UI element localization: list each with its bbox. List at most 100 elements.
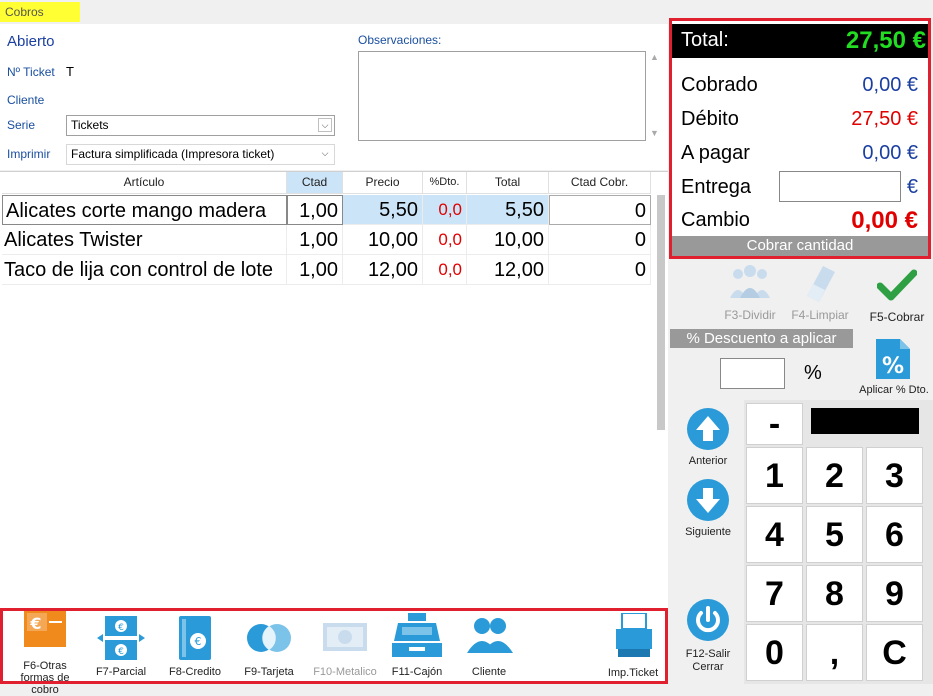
numpad-display [811,408,919,434]
scroll-up-icon[interactable]: ▲ [650,52,659,62]
total-value: 27,50 € [845,27,926,54]
limpiar-button[interactable]: F4-Limpiar [787,262,853,322]
scroll-down-icon[interactable]: ▼ [650,128,659,138]
cambio-row: Cambio 0,00 € [672,204,928,238]
table-row-ctad-cobr[interactable]: 0 [549,225,651,255]
credit-book-icon: € [179,616,211,660]
salir-label-1: F12-Salir [685,648,731,660]
otras-formas-button[interactable]: € F6-Otras formas de cobro [7,611,83,696]
column-header-articulo[interactable]: Artículo [2,172,287,194]
chevron-down-icon[interactable]: ⌵ [318,118,332,132]
table-row-total[interactable]: 12,00 [467,255,549,285]
table-row-dto[interactable]: 0,0 [423,225,467,255]
cobrar-button[interactable]: F5-Cobrar [863,262,931,324]
salir-label-2: Cerrar [692,661,724,673]
cambio-value: 0,00 € [851,207,918,234]
imprimir-label: Imprimir [7,147,51,161]
column-header-ctad[interactable]: Ctad [287,172,343,194]
debito-label: Débito [681,108,739,130]
numpad-key-4[interactable]: 4 [746,506,803,563]
numpad-key-clear[interactable]: C [866,624,923,681]
window-tab[interactable]: Cobros [0,2,80,22]
numpad-key-comma[interactable]: , [806,624,863,681]
table-row-precio[interactable]: 10,00 [343,225,423,255]
imprimir-select[interactable]: Factura simplificada (Impresora ticket) … [66,144,335,165]
numpad-key-0[interactable]: 0 [746,624,803,681]
customers-icon [467,618,513,653]
dividir-button[interactable]: F3-Dividir [718,262,782,322]
numpad-key-3[interactable]: 3 [866,447,923,504]
column-header-precio[interactable]: Precio [343,172,423,194]
table-row-articulo[interactable]: Taco de lija con control de lote [2,255,287,285]
salir-button[interactable]: F12-Salir Cerrar [676,597,740,677]
cash-drawer-icon [392,613,442,657]
parcial-button[interactable]: € € F7-Parcial [89,611,153,681]
cobrado-value: 0,00 € [862,74,918,96]
cajon-label: F11-Cajón [391,666,443,678]
metalico-button[interactable]: F10-Metalico [309,611,381,681]
arrow-down-icon [687,479,729,521]
aplicar-dto-button[interactable]: % Aplicar % Dto. [858,333,930,399]
serie-select[interactable]: Tickets ⌵ [66,115,335,136]
apagar-row: A pagar 0,00 € [672,137,928,171]
numpad-key-1[interactable]: 1 [746,447,803,504]
cash-icon [323,623,367,651]
imprimir-select-value: Factura simplificada (Impresora ticket) [71,147,275,161]
svg-text:€: € [118,623,124,633]
apagar-label: A pagar [681,142,750,164]
aplicar-dto-label: Aplicar % Dto. [859,384,929,396]
table-row-ctad-cobr[interactable]: 0 [549,195,651,225]
cliente-button[interactable]: Cliente [457,611,521,681]
numpad-key-8[interactable]: 8 [806,565,863,622]
column-header-ctad-cobr[interactable]: Ctad Cobr. [549,172,651,194]
cobrar-cantidad-button[interactable]: Cobrar cantidad [672,236,928,256]
ticket-number-label: Nº Ticket [7,65,55,79]
numpad-key-9[interactable]: 9 [866,565,923,622]
imp-ticket-button[interactable]: Imp.Ticket [601,611,665,681]
table-row-ctad[interactable]: 1,00 [287,225,343,255]
table-row-articulo[interactable]: Alicates corte mango madera [2,195,287,225]
table-row-total[interactable]: 5,50 [467,195,549,225]
table-row-precio[interactable]: 5,50 [343,195,423,225]
percent-document-icon: % [876,339,910,379]
eraser-icon [807,266,835,302]
table-row-ctad-cobr[interactable]: 0 [549,255,651,285]
chevron-down-icon[interactable]: ⌵ [318,147,332,161]
table-row-total[interactable]: 10,00 [467,225,549,255]
power-icon [687,599,729,641]
table-row-dto[interactable]: 0,0 [423,195,467,225]
checkmark-icon [877,269,917,301]
siguiente-button[interactable]: Siguiente [680,476,736,540]
column-header-total[interactable]: Total [467,172,549,194]
table-row-dto[interactable]: 0,0 [423,255,467,285]
numpad-key-minus[interactable]: - [746,403,803,445]
tarjeta-button[interactable]: F9-Tarjeta [237,611,301,681]
descuento-input[interactable] [720,358,785,389]
ticket-status: Abierto [7,33,55,50]
people-group-icon [730,265,770,298]
grid-scrollbar[interactable] [655,195,667,608]
grid-scrollbar-thumb[interactable] [657,195,665,430]
card-icon [247,624,291,652]
numpad-key-6[interactable]: 6 [866,506,923,563]
table-row-ctad[interactable]: 1,00 [287,195,343,225]
tarjeta-label: F9-Tarjeta [244,666,294,678]
numpad-key-7[interactable]: 7 [746,565,803,622]
numpad-key-2[interactable]: 2 [806,447,863,504]
anterior-button[interactable]: Anterior [680,405,736,469]
cajon-button[interactable]: F11-Cajón [385,611,449,681]
table-row-articulo[interactable]: Alicates Twister [2,225,287,255]
credito-button[interactable]: € F8-Credito [163,611,227,681]
observaciones-textarea[interactable] [358,51,646,141]
observaciones-label: Observaciones: [358,33,442,47]
printer-icon [616,613,652,657]
table-row-precio[interactable]: 12,00 [343,255,423,285]
table-row-ctad[interactable]: 1,00 [287,255,343,285]
column-header-dto[interactable]: %Dto. [423,172,467,194]
total-label: Total: [681,29,729,51]
totals-panel: Total: 27,50 € Cobrado 0,00 € Débito 27,… [669,18,931,259]
entrega-label: Entrega [681,176,752,198]
numpad-key-5[interactable]: 5 [806,506,863,563]
serie-label: Serie [7,118,36,132]
entrega-input[interactable] [779,171,901,202]
